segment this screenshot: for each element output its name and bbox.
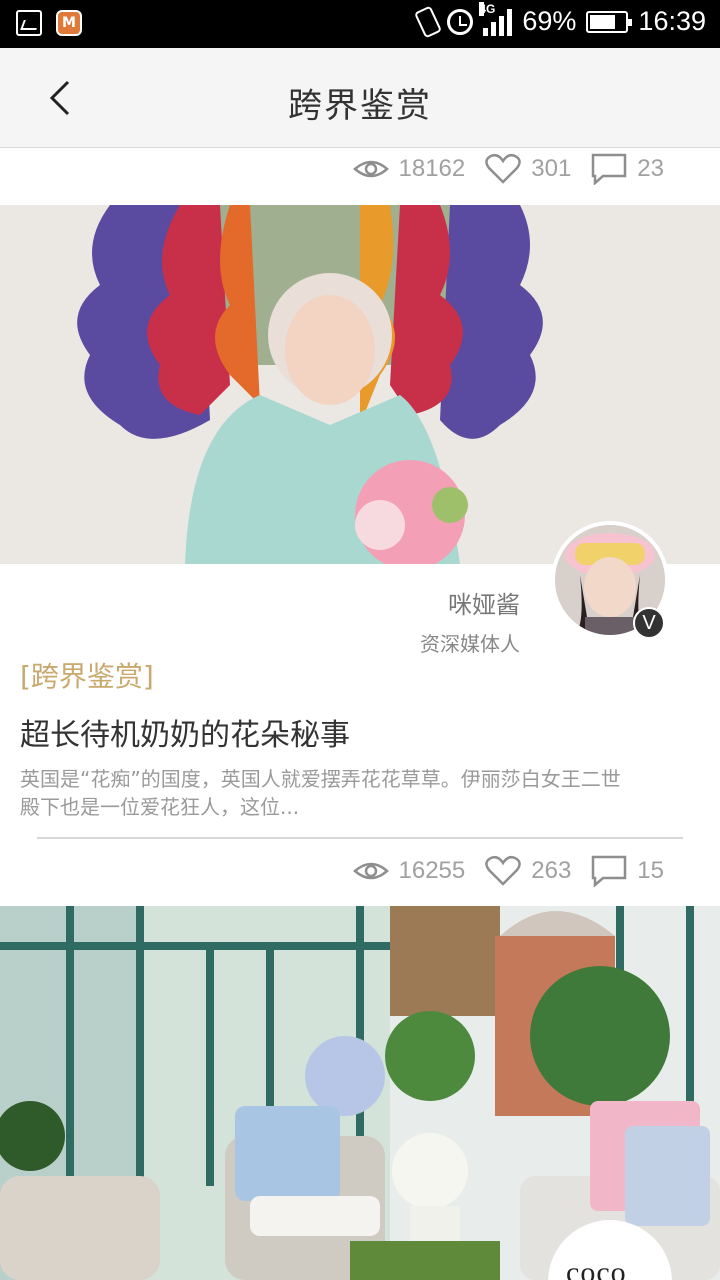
brand-name: coco [566, 1256, 627, 1280]
alarm-icon [447, 8, 474, 35]
article-cover-image[interactable] [0, 205, 720, 564]
clock: 16:39 [638, 6, 706, 36]
app-icon: M [56, 10, 82, 36]
author-title: 资深媒体人 [420, 632, 520, 656]
article-summary[interactable]: 英国是“花痴”的国度，英国人就爱摆弄花花草草。伊丽莎白女王二世殿下也是一位爱花狂… [20, 765, 640, 821]
gallery-icon [16, 10, 42, 36]
likes-stat[interactable]: 263 [485, 855, 571, 887]
stats-row: 16255 263 15 [352, 855, 664, 887]
comments-count: 23 [637, 155, 664, 182]
battery-percent: 69% [522, 6, 577, 36]
stats-row: 18162 301 23 [352, 153, 664, 185]
views-stat: 18162 [352, 155, 466, 183]
divider [37, 837, 683, 839]
likes-count: 263 [531, 857, 572, 884]
heart-icon [485, 153, 522, 184]
status-bar: M 4G 69% 16:39 [0, 0, 720, 48]
verified-badge: V [633, 607, 665, 639]
author-info[interactable]: 咪娅酱 资深媒体人 [420, 585, 520, 657]
app-header: 跨界鉴赏 [0, 48, 720, 148]
views-count: 18162 [398, 155, 466, 182]
battery-icon [586, 10, 633, 33]
heart-icon [485, 855, 522, 886]
comment-icon [592, 153, 627, 185]
eye-icon [352, 160, 389, 178]
comments-count: 15 [637, 857, 664, 884]
likes-stat[interactable]: 301 [485, 153, 571, 185]
comments-stat[interactable]: 15 [591, 855, 664, 887]
eye-icon [352, 862, 389, 880]
article-category[interactable]: [跨界鉴赏] [20, 655, 154, 695]
signal-icon: 4G [479, 1, 513, 36]
article-title[interactable]: 超长待机奶奶的花朵秘事 [20, 710, 350, 754]
views-count: 16255 [398, 857, 466, 884]
page-title: 跨界鉴赏 [288, 86, 432, 126]
comments-stat[interactable]: 23 [591, 153, 664, 185]
likes-count: 301 [531, 155, 572, 182]
network-type: 4G [479, 1, 496, 16]
comment-icon [592, 855, 627, 887]
author-name: 咪娅酱 [448, 591, 520, 619]
views-stat: 16255 [352, 857, 466, 885]
vibrate-icon [414, 5, 443, 38]
